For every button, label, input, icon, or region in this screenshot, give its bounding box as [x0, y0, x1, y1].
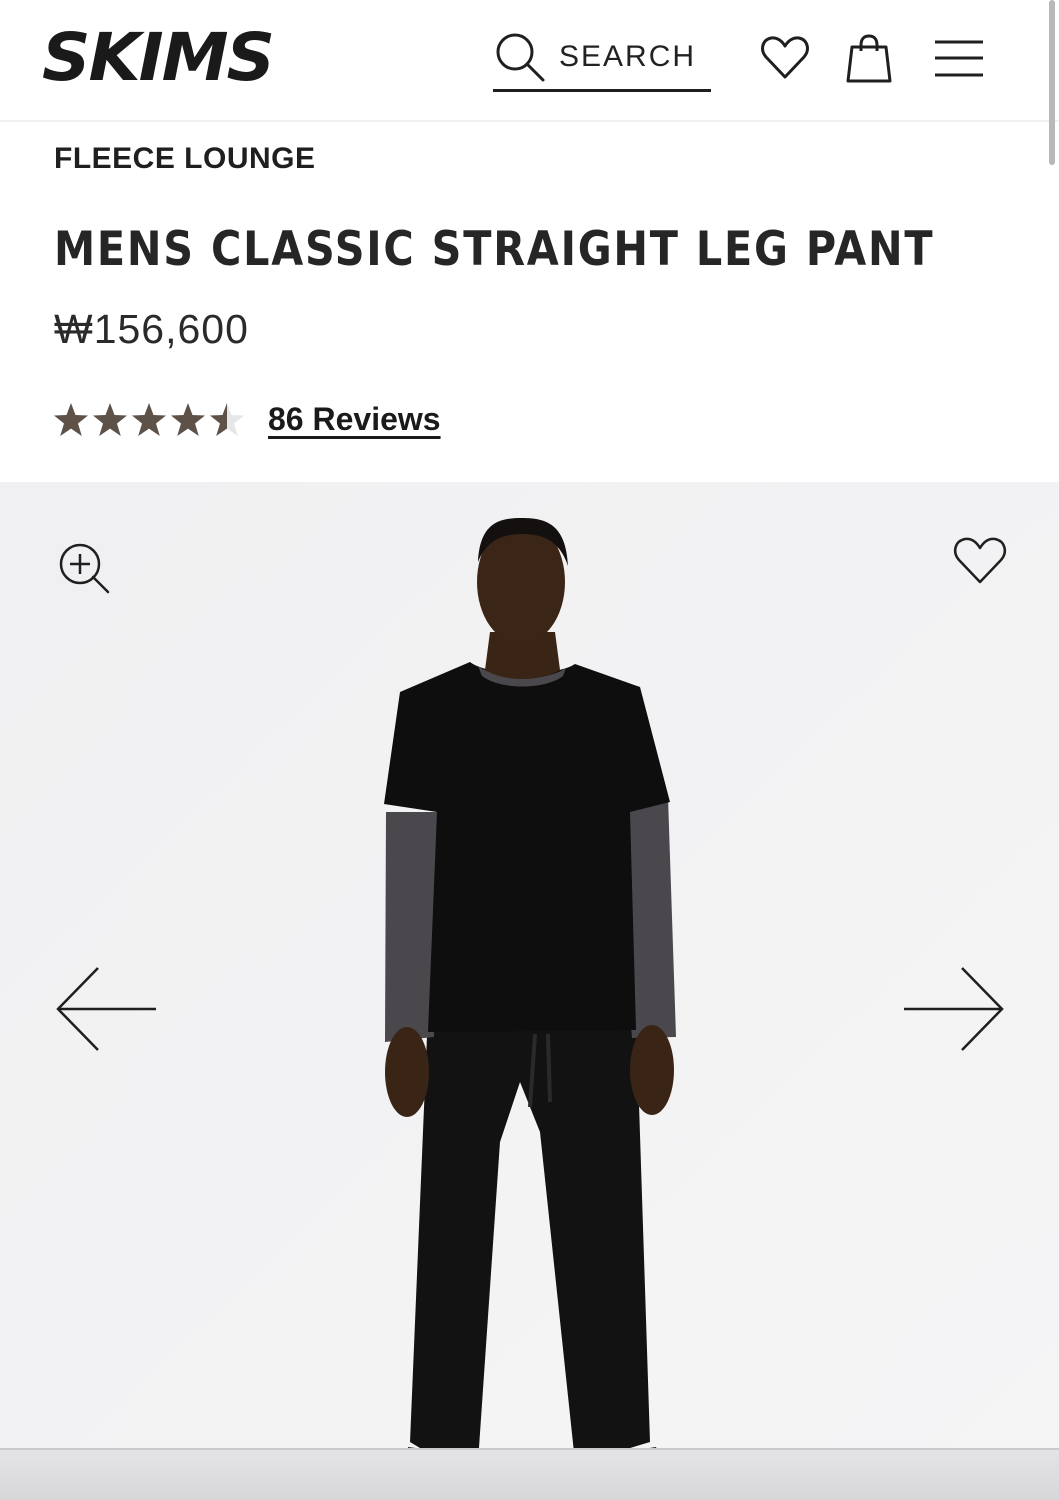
star-icon: [93, 403, 127, 436]
search-label: SEARCH: [559, 39, 697, 73]
heart-icon[interactable]: [952, 534, 1008, 588]
reviews-link[interactable]: 86 Reviews: [268, 401, 441, 438]
heart-icon[interactable]: [760, 33, 810, 83]
search-bar[interactable]: SEARCH: [493, 24, 711, 92]
search-icon: [496, 33, 545, 81]
zoom-in-icon[interactable]: [56, 540, 112, 596]
product-title: MENS CLASSIC STRAIGHT LEG PANT: [54, 222, 935, 277]
skims-logo[interactable]: SKIMS: [40, 22, 300, 94]
shopping-bag-icon[interactable]: [844, 33, 894, 85]
arrow-right-icon[interactable]: [900, 964, 1008, 1054]
site-header: SKIMS SEARCH: [0, 0, 1059, 122]
star-icon: [132, 403, 166, 436]
page-scrollbar[interactable]: [1049, 0, 1055, 165]
product-price: ₩156,600: [54, 306, 249, 352]
product-rating: 86 Reviews: [52, 398, 441, 440]
rating-stars: [54, 403, 244, 436]
collection-label: FLEECE LOUNGE: [54, 142, 316, 175]
gallery-bottom-bar: [0, 1448, 1059, 1500]
half-star-icon: [210, 403, 244, 436]
svg-text:SKIMS: SKIMS: [42, 22, 273, 94]
arrow-left-icon[interactable]: [52, 964, 160, 1054]
star-icon: [54, 403, 88, 436]
hamburger-menu-icon[interactable]: [933, 38, 985, 80]
star-icon: [171, 403, 205, 436]
product-image-gallery[interactable]: [0, 482, 1059, 1500]
